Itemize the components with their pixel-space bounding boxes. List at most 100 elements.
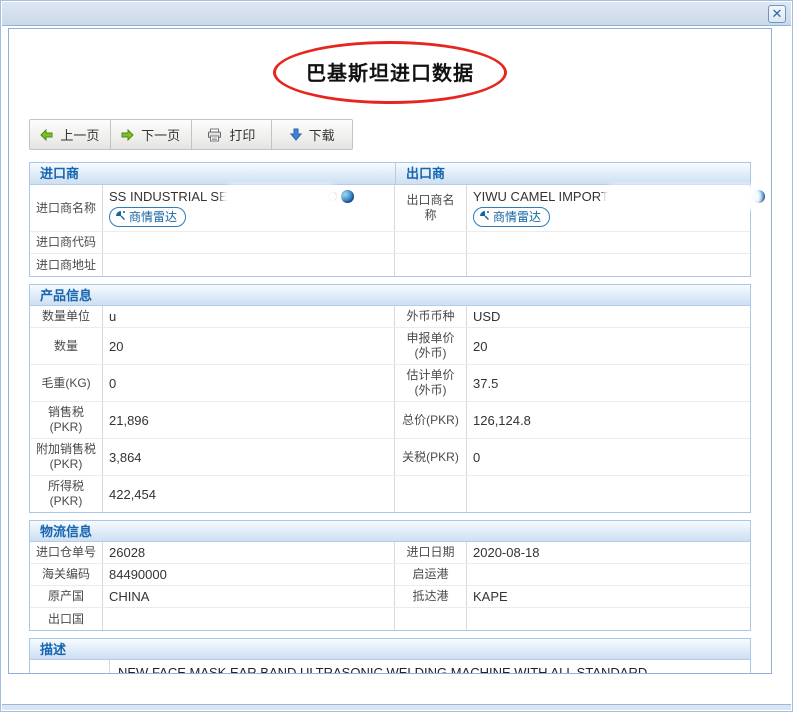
field-value: 3,864 [103,439,395,475]
importer-code-row: 进口商代码 [30,232,750,254]
field-value: 20 [103,328,395,364]
field-label: 外币币种 [395,306,467,327]
description-section-header: 描述 [30,639,750,660]
exporter-header: 出口商 [396,163,750,184]
field-label: 所得税 (PKR) [30,476,103,512]
importer-name-label: 进口商名称 [30,185,103,231]
business-radar-link[interactable]: 商情雷达 [109,207,186,227]
importer-code-label: 进口商代码 [30,232,103,253]
field-value: 20 [467,328,750,364]
privacy-blur [226,190,336,205]
business-radar-link[interactable]: 商情雷达 [473,207,550,227]
arrow-right-icon [121,129,134,141]
field-value: 21,896 [103,402,395,438]
dialog-titlebar: ✕ [2,2,791,26]
sections-container: 进口商 出口商 进口商名称 SS INDUSTRIAL SEO [9,162,771,674]
field-value: 84490000 [103,564,395,585]
next-page-button[interactable]: 下一页 [111,120,192,149]
field-value [103,608,395,630]
field-value: 0 [103,365,395,401]
close-icon[interactable]: ✕ [768,5,786,23]
logistics-section: 物流信息 进口仓单号26028进口日期2020-08-18海关编码8449000… [29,520,751,631]
dialog-window: ✕ 巴基斯坦进口数据 上一页 下一页 [0,0,793,712]
field-label: 毛重(KG) [30,365,103,401]
field-label: 出口国 [30,608,103,630]
field-value: u [103,306,395,327]
logistics-section-header: 物流信息 [30,521,750,542]
table-row: 销售税 (PKR)21,896总价(PKR)126,124.8 [30,402,750,439]
field-label: 原产国 [30,586,103,607]
table-row: 原产国CHINA抵达港KAPE [30,586,750,608]
field-value: 422,454 [103,476,395,512]
field-label [395,608,467,630]
radar-dish-icon [115,210,126,224]
exporter-name-label: 出口商名称 [395,185,467,231]
field-label: 进口仓单号 [30,542,103,563]
field-label [395,476,467,512]
field-label: 数量单位 [30,306,103,327]
dialog-content-panel: 巴基斯坦进口数据 上一页 下一页 [8,28,772,674]
field-label: 进口日期 [395,542,467,563]
title-area: 巴基斯坦进口数据 [9,41,771,105]
description-section: 描述 产品描述 NEW FACE MASK EAR BAND ULTRASONI… [29,638,751,674]
field-label: 估计单价(外币) [395,365,467,401]
field-value: 0 [467,439,750,475]
field-label: 附加销售税 (PKR) [30,439,103,475]
table-row: 出口国 [30,608,750,630]
printer-icon [207,128,222,142]
table-row: 所得税 (PKR)422,454 [30,476,750,512]
logistics-table: 进口仓单号26028进口日期2020-08-18海关编码84490000启运港原… [30,542,750,630]
importer-address-row: 进口商地址 [30,254,750,276]
field-label: 启运港 [395,564,467,585]
download-button[interactable]: 下载 [272,120,352,149]
field-value: 126,124.8 [467,402,750,438]
party-name-row: 进口商名称 SS INDUSTRIAL SEO 商情雷达 [30,185,750,232]
print-button[interactable]: 打印 [192,120,273,149]
title-highlight-ellipse: 巴基斯坦进口数据 [273,41,507,104]
table-row: 数量20申报单价(外币)20 [30,328,750,365]
field-label: 数量 [30,328,103,364]
field-label: 关税(PKR) [395,439,467,475]
field-value [467,608,750,630]
field-value: CHINA [103,586,395,607]
table-row: 毛重(KG)0估计单价(外币)37.5 [30,365,750,402]
product-section-header: 产品信息 [30,285,750,306]
product-table: 数量单位u外币币种USD数量20申报单价(外币)20毛重(KG)0估计单价(外币… [30,306,750,512]
arrow-down-icon [290,128,302,141]
importer-address-value [103,254,395,276]
field-value: KAPE [467,586,750,607]
parties-section: 进口商 出口商 进口商名称 SS INDUSTRIAL SEO [29,162,751,277]
table-row: 海关编码84490000启运港 [30,564,750,586]
field-label: 销售税 (PKR) [30,402,103,438]
description-label: 产品描述 [30,660,110,674]
exporter-name-value: YIWU CAMEL IMPORT 商情雷达 [467,185,771,231]
description-row: 产品描述 NEW FACE MASK EAR BAND ULTRASONIC W… [30,660,750,674]
parties-headers: 进口商 出口商 [30,163,750,185]
privacy-blur [607,190,757,205]
product-section: 产品信息 数量单位u外币币种USD数量20申报单价(外币)20毛重(KG)0估计… [29,284,751,513]
field-value: 26028 [103,542,395,563]
page-title: 巴基斯坦进口数据 [306,63,474,85]
description-value: NEW FACE MASK EAR BAND ULTRASONIC WELDIN… [110,660,750,674]
radar-dish-icon [479,210,490,224]
field-value: USD [467,306,750,327]
importer-code-value [103,232,395,253]
prev-page-button[interactable]: 上一页 [30,120,111,149]
table-row: 进口仓单号26028进口日期2020-08-18 [30,542,750,564]
table-row: 数量单位u外币币种USD [30,306,750,328]
toolbar: 上一页 下一页 打印 [29,119,353,150]
table-row: 附加销售税 (PKR)3,864关税(PKR)0 [30,439,750,476]
field-value: 2020-08-18 [467,542,750,563]
field-value [467,476,750,512]
window-bottom-frame [2,704,791,710]
field-value [467,564,750,585]
arrow-left-icon [40,129,53,141]
field-label: 申报单价(外币) [395,328,467,364]
field-label: 海关编码 [30,564,103,585]
field-label: 抵达港 [395,586,467,607]
importer-address-label: 进口商地址 [30,254,103,276]
field-value: 37.5 [467,365,750,401]
importer-name-value: SS INDUSTRIAL SEO 商情雷达 [103,185,395,231]
importer-header: 进口商 [30,163,396,184]
globe-icon[interactable] [341,190,354,203]
